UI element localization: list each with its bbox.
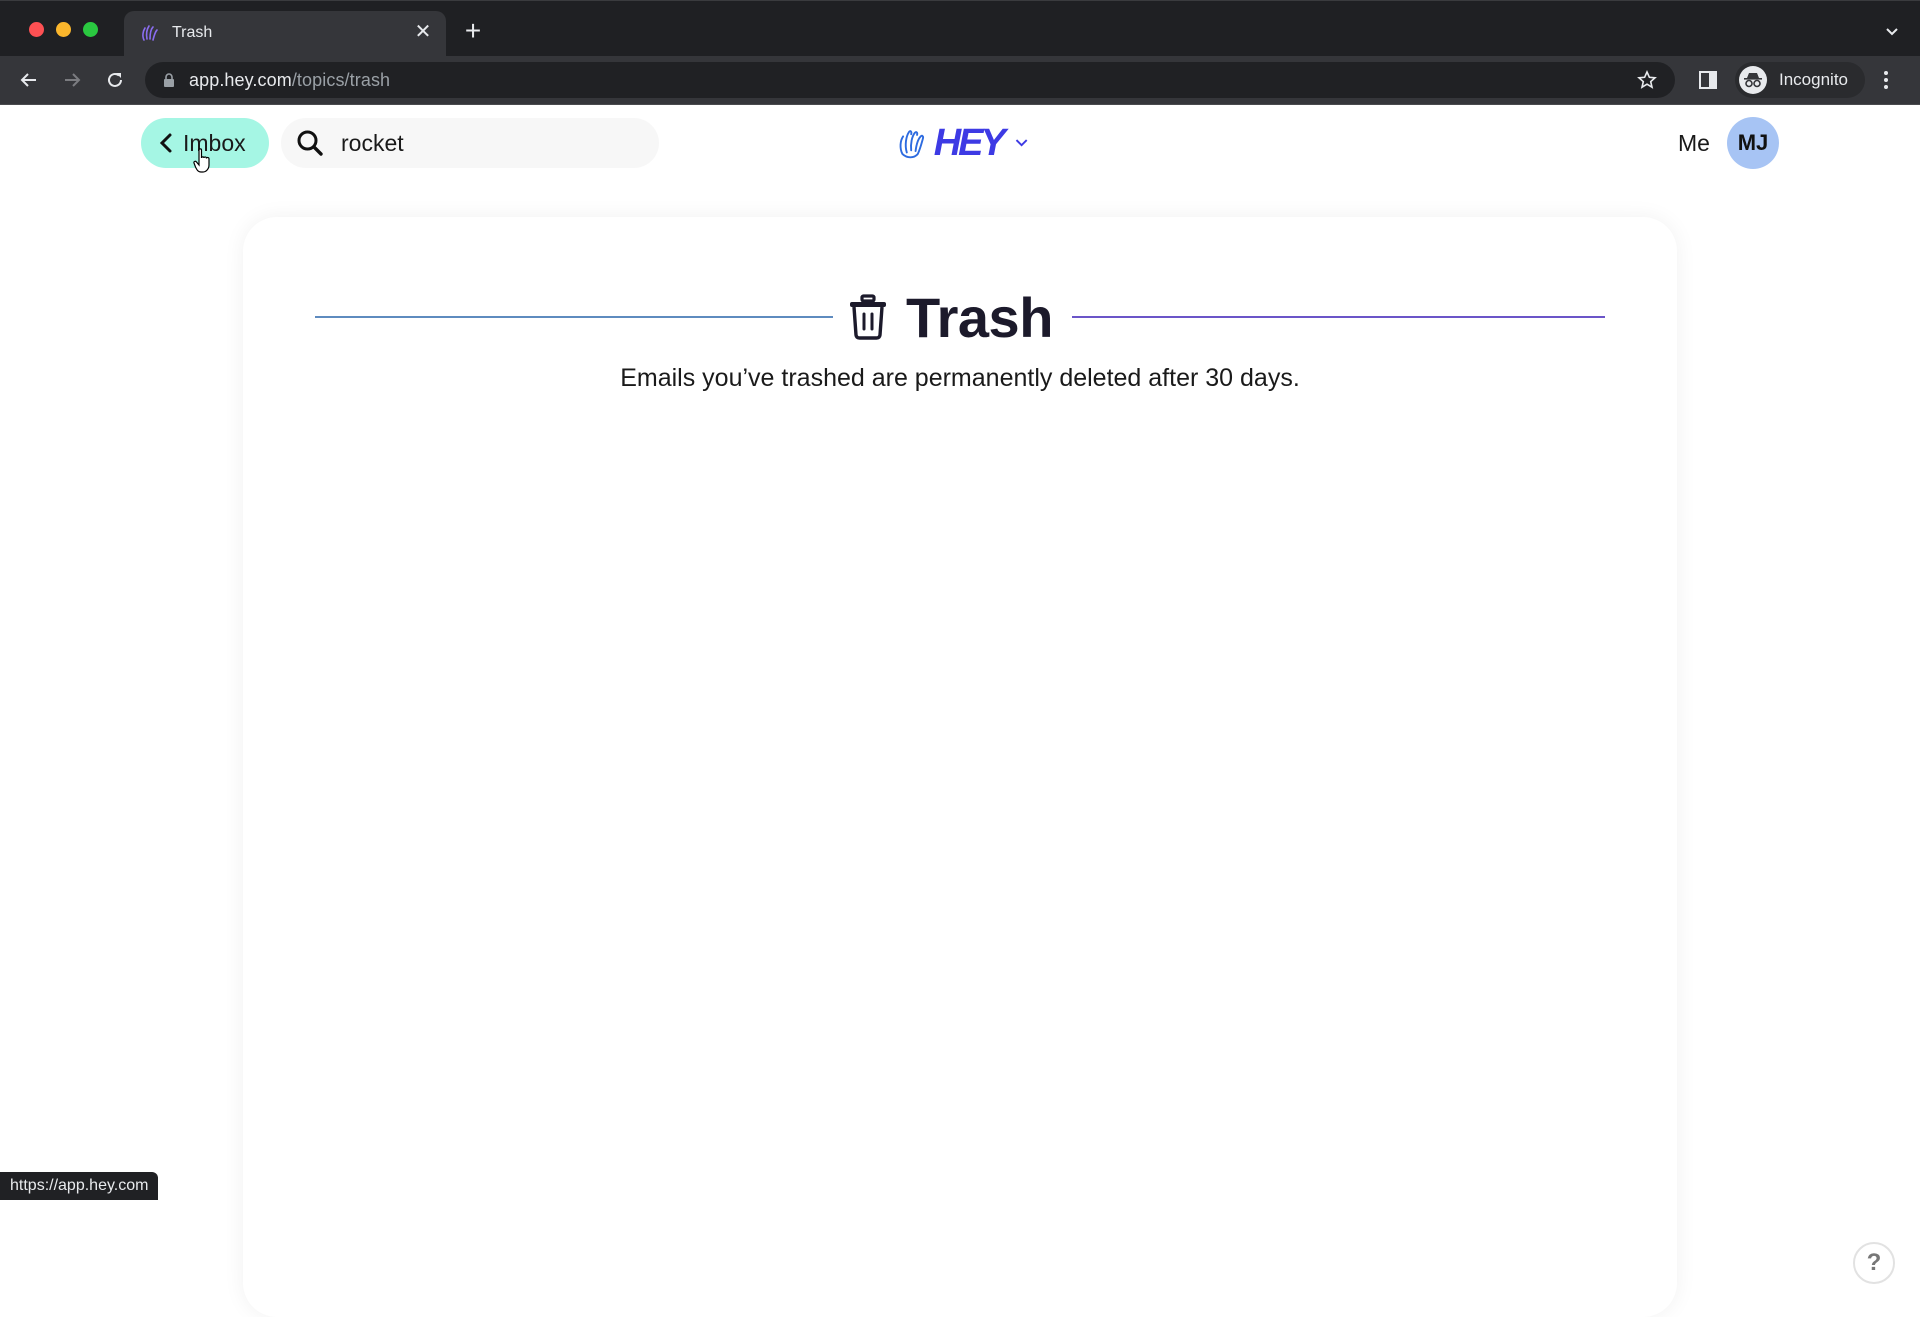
arrow-right-icon	[65, 73, 81, 87]
url-host: app.hey.com	[189, 70, 292, 90]
close-window-button[interactable]	[29, 22, 44, 37]
page-heading: Trash	[848, 285, 1053, 349]
hey-app: Imbox rocket HEY Me MJ Trash Emails you’…	[0, 106, 1920, 1317]
me-menu-label[interactable]: Me	[1678, 130, 1710, 157]
side-panel-icon[interactable]	[1699, 71, 1717, 89]
reload-button[interactable]	[101, 66, 129, 94]
chevron-left-icon	[159, 133, 172, 153]
browser-menu-icon[interactable]	[1882, 69, 1890, 91]
search-input[interactable]: rocket	[281, 118, 659, 168]
title-divider-right	[1072, 316, 1605, 318]
browser-tab-strip: Trash ✕ +	[0, 0, 1920, 57]
arrow-left-icon	[20, 73, 36, 87]
tab-title: Trash	[172, 24, 213, 41]
forward-button[interactable]	[58, 66, 86, 94]
maximize-window-button[interactable]	[83, 22, 98, 37]
chevron-down-icon	[1015, 139, 1028, 147]
hey-logo-menu[interactable]: HEY	[898, 118, 1028, 168]
link-status-bubble: https://app.hey.com	[0, 1172, 159, 1200]
help-button[interactable]: ?	[1853, 1242, 1895, 1284]
back-button[interactable]	[15, 66, 43, 94]
page-title: Trash	[906, 285, 1053, 349]
url-text: app.hey.com/topics/trash	[189, 70, 390, 91]
hand-pointer-cursor-icon	[193, 148, 210, 173]
address-bar[interactable]: app.hey.com/topics/trash	[145, 62, 1675, 98]
hey-hand-logo-icon	[899, 130, 925, 159]
tab-search-chevron-icon[interactable]	[1884, 23, 1900, 39]
hey-wordmark: HEY	[933, 121, 1006, 164]
lock-icon	[164, 73, 174, 87]
close-tab-icon[interactable]: ✕	[412, 21, 434, 43]
url-path: /topics/trash	[291, 70, 391, 90]
bookmark-star-icon[interactable]	[1637, 70, 1657, 90]
page-subtitle: Emails you’ve trashed are permanently de…	[620, 364, 1300, 392]
trash-icon	[850, 294, 886, 340]
new-tab-button[interactable]: +	[460, 17, 486, 45]
avatar[interactable]: MJ	[1727, 117, 1779, 169]
title-divider-left	[315, 316, 833, 318]
incognito-icon	[1739, 66, 1767, 94]
incognito-label: Incognito	[1779, 70, 1848, 89]
trash-panel: Trash Emails you’ve trashed are permanen…	[243, 217, 1677, 1317]
search-value: rocket	[341, 129, 404, 156]
search-icon	[297, 130, 323, 156]
browser-tab[interactable]: Trash ✕	[124, 11, 446, 57]
hey-hand-icon	[142, 25, 158, 41]
reload-icon	[108, 72, 122, 87]
minimize-window-button[interactable]	[56, 22, 71, 37]
incognito-profile-button[interactable]: Incognito	[1735, 62, 1865, 98]
browser-toolbar: app.hey.com/topics/trash Incognito	[0, 56, 1920, 105]
